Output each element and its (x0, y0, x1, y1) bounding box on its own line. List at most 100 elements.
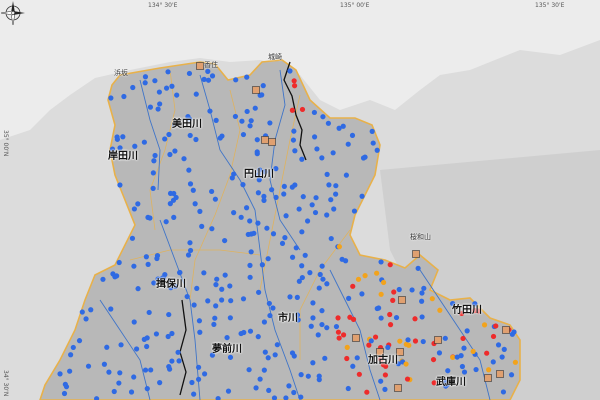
observation-point (378, 315, 384, 321)
observation-point (131, 206, 137, 212)
observation-point (117, 370, 123, 376)
observation-point (118, 342, 124, 348)
observation-point (511, 329, 517, 335)
observation-point (330, 150, 336, 156)
observation-point (108, 95, 114, 101)
observation-point (333, 323, 340, 330)
observation-point (333, 183, 339, 189)
observation-point (116, 380, 122, 386)
observation-point (374, 147, 380, 153)
observation-point (310, 315, 316, 321)
observation-point (336, 244, 343, 250)
site-marker-square (252, 86, 260, 94)
observation-point (319, 308, 325, 314)
observation-point (128, 389, 135, 395)
observation-point (298, 372, 304, 378)
observation-point (146, 309, 152, 316)
observation-point (207, 108, 213, 114)
observation-point (499, 354, 505, 360)
observation-point (265, 256, 271, 262)
observation-point (135, 201, 141, 207)
river-label-maruyama: 円山川 (244, 169, 274, 180)
observation-point (201, 76, 207, 82)
observation-point (454, 354, 460, 360)
observation-point (205, 298, 211, 304)
observation-point (304, 218, 311, 224)
observation-point (325, 120, 332, 126)
river-label-muko: 武庫川 (436, 377, 466, 388)
observation-point (255, 334, 261, 340)
observation-point (372, 334, 379, 340)
observation-point (461, 345, 467, 351)
observation-point (100, 276, 106, 282)
observation-point (252, 105, 258, 111)
observation-point (247, 274, 253, 280)
observation-point (106, 369, 112, 375)
observation-point (486, 367, 492, 373)
observation-point (362, 273, 368, 279)
observation-point (214, 276, 220, 282)
observation-point (279, 240, 286, 247)
river-label-kishida: 岸田川 (108, 151, 138, 162)
observation-point (267, 312, 273, 319)
observation-point (199, 223, 205, 229)
observation-point (246, 367, 252, 373)
observation-point (247, 123, 253, 129)
observation-point (356, 371, 362, 377)
observation-point (442, 335, 448, 341)
observation-point (142, 80, 148, 86)
observation-point (209, 188, 215, 195)
site-marker-square (261, 136, 269, 144)
observation-point (281, 191, 287, 197)
observation-point (419, 314, 425, 320)
site-marker-square (434, 336, 442, 344)
observation-point (196, 318, 203, 324)
observation-point (266, 387, 272, 393)
observation-point (369, 128, 375, 134)
map-canvas[interactable]: 134° 30'E 135° 00'E 135° 30'E 35° 00'N 3… (0, 0, 600, 400)
observation-point (251, 230, 257, 236)
observation-point (248, 249, 254, 255)
observation-point (219, 286, 225, 292)
observation-point (120, 134, 126, 140)
observation-point (256, 289, 262, 295)
observation-point (153, 331, 160, 337)
site-marker-square (268, 138, 276, 146)
observation-point (147, 215, 153, 221)
observation-point (238, 214, 244, 220)
observation-point (387, 311, 393, 318)
observation-point (289, 184, 295, 190)
observation-point (173, 194, 179, 201)
observation-point (131, 374, 137, 380)
observation-point (191, 391, 197, 397)
observation-point (378, 291, 384, 297)
observation-point (290, 137, 297, 143)
observation-point (409, 287, 415, 293)
observation-point (460, 335, 466, 342)
graticule-label-lon-1: 134° 30'E (148, 2, 178, 9)
observation-point (85, 363, 92, 369)
observation-point (167, 151, 173, 158)
observation-point (415, 265, 421, 271)
observation-point (335, 329, 342, 335)
observation-point (154, 255, 160, 262)
observation-point (459, 363, 466, 370)
observation-point (132, 143, 138, 149)
observation-point (150, 170, 156, 176)
observation-point (324, 212, 330, 218)
observation-point (108, 306, 114, 312)
observation-point (347, 314, 353, 320)
observation-point (143, 254, 149, 260)
observation-point (470, 348, 476, 355)
observation-point (131, 263, 137, 269)
observation-point (359, 193, 365, 199)
observation-point (213, 303, 219, 309)
observation-point (187, 181, 194, 187)
observation-point (461, 369, 468, 375)
observation-point (299, 229, 305, 235)
observation-point (324, 325, 330, 331)
observation-point (283, 213, 289, 219)
observation-point (222, 237, 228, 244)
observation-point (247, 218, 253, 224)
observation-point (412, 338, 419, 344)
